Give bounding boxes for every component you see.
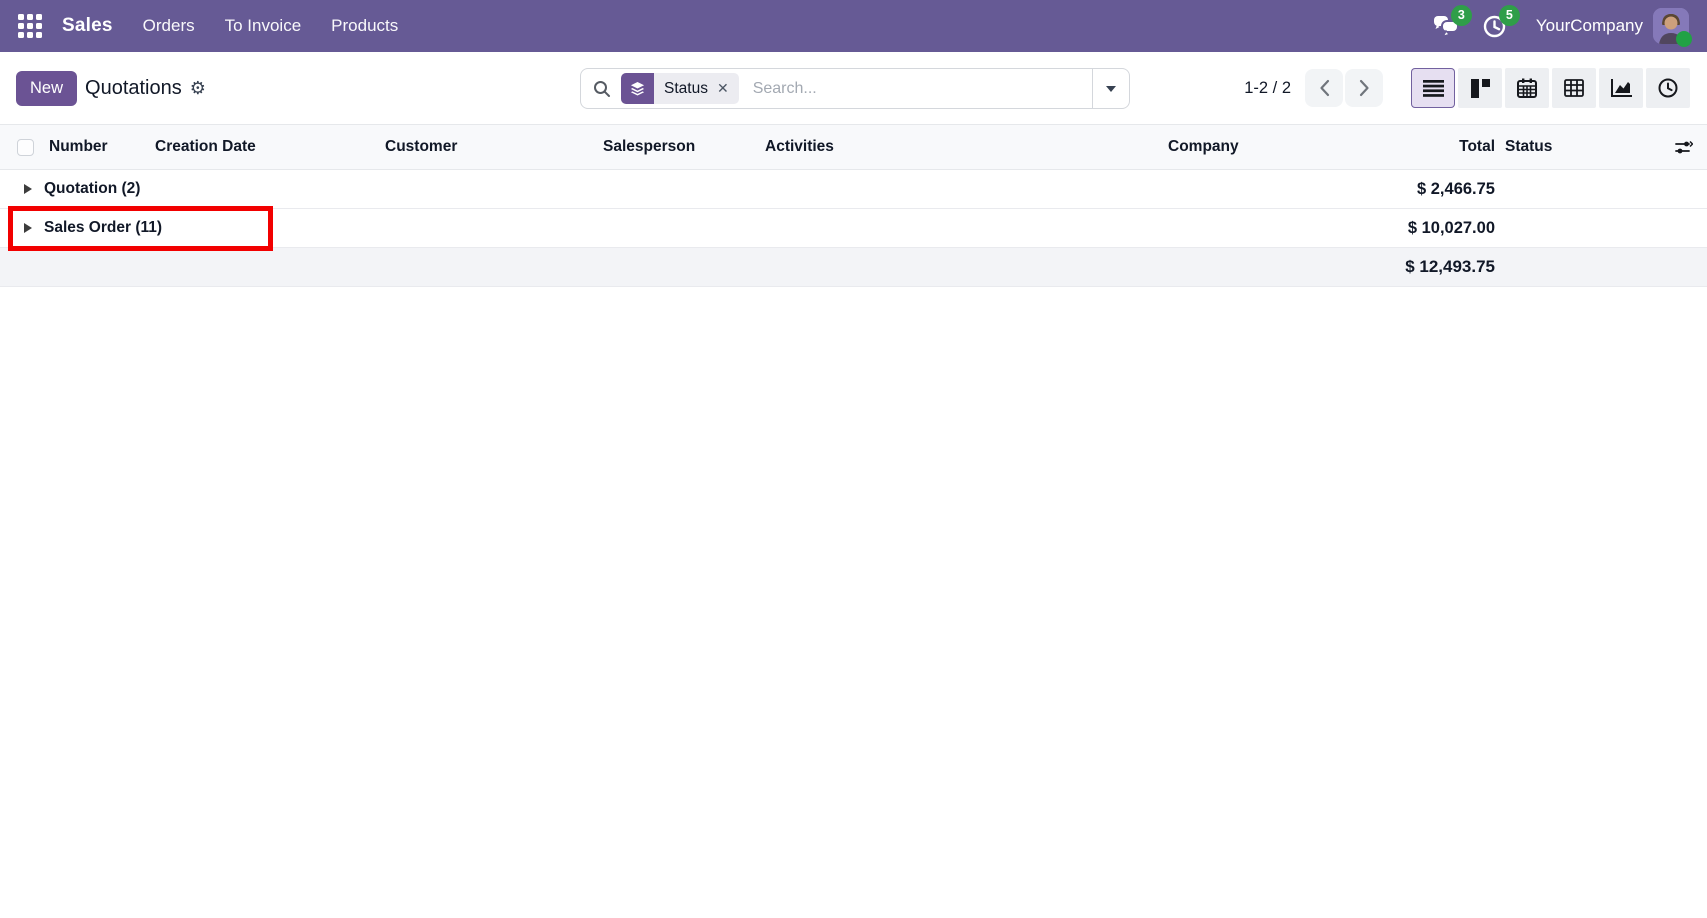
column-header-number[interactable]: Number [44, 124, 150, 170]
pager-next-button[interactable] [1345, 69, 1383, 107]
column-header-company[interactable]: Company [1160, 124, 1340, 170]
caret-right-icon [24, 222, 32, 233]
pager: 1-2 / 2 [1244, 69, 1383, 107]
top-navbar: Sales Orders To Invoice Products 3 5 You… [0, 0, 1707, 52]
control-panel: New Quotations ⚙ Status ✕ Search... 1-2 … [0, 52, 1707, 124]
search-facet-status: Status ✕ [621, 73, 739, 104]
list-view-icon [1422, 79, 1444, 97]
online-status-dot [1676, 31, 1692, 47]
apps-menu-icon[interactable] [18, 14, 42, 38]
view-switcher-list-button[interactable] [1411, 68, 1455, 108]
quotations-list-table: Number Creation Date Customer Salesperso… [0, 124, 1707, 287]
column-header-customer[interactable]: Customer [380, 124, 598, 170]
chevron-right-icon [1359, 79, 1369, 97]
view-switcher-activity-button[interactable] [1646, 68, 1690, 108]
new-button[interactable]: New [16, 70, 78, 106]
messages-badge: 3 [1450, 5, 1472, 26]
list-footer-row: $ 12,493.75 [0, 247, 1707, 287]
search-bar: Status ✕ [580, 68, 1130, 109]
pager-previous-button[interactable] [1305, 69, 1343, 107]
column-header-salesperson[interactable]: Salesperson [598, 124, 760, 170]
column-header-activities[interactable]: Activities [760, 124, 1160, 170]
search-input[interactable] [738, 79, 1092, 98]
view-switcher-pivot-button[interactable] [1552, 68, 1596, 108]
nav-item-orders[interactable]: Orders [143, 16, 195, 36]
search-icon [593, 80, 611, 98]
group-toggle-quotation[interactable]: Quotation (2) [0, 169, 1340, 209]
pager-value[interactable]: 1-2 / 2 [1244, 79, 1291, 98]
odoo-sales-screen: Sales Orders To Invoice Products 3 5 You… [0, 0, 1707, 918]
messages-menu-button[interactable]: 3 [1430, 5, 1472, 41]
nav-item-products[interactable]: Products [331, 16, 398, 36]
activities-badge: 5 [1498, 5, 1520, 26]
view-switcher-calendar-button[interactable] [1505, 68, 1549, 108]
view-switcher-graph-button[interactable] [1599, 68, 1643, 108]
user-avatar[interactable] [1653, 8, 1692, 47]
search-dropdown-toggle[interactable] [1092, 69, 1129, 108]
sliders-icon [1674, 140, 1693, 153]
group-total-sales-order: $ 10,027.00 [1340, 208, 1500, 248]
chevron-left-icon [1319, 79, 1329, 97]
chevron-down-icon [1106, 85, 1116, 92]
column-header-creation-date[interactable]: Creation Date [150, 124, 380, 170]
column-header-status[interactable]: Status [1500, 124, 1660, 170]
view-switcher [1411, 68, 1690, 108]
graph-view-icon [1610, 79, 1632, 97]
kanban-view-icon [1470, 78, 1490, 98]
app-name[interactable]: Sales [62, 15, 113, 37]
footer-grand-total: $ 12,493.75 [1340, 247, 1500, 287]
select-all-checkbox[interactable] [17, 138, 34, 156]
activity-view-icon [1658, 78, 1678, 98]
layers-icon [621, 73, 654, 104]
column-header-total[interactable]: Total [1340, 124, 1500, 170]
view-switcher-kanban-button[interactable] [1458, 68, 1502, 108]
group-toggle-sales-order[interactable]: Sales Order (11) [0, 208, 1340, 248]
pivot-view-icon [1564, 79, 1584, 97]
company-switcher[interactable]: YourCompany [1536, 16, 1643, 36]
caret-right-icon [24, 183, 32, 194]
gear-icon[interactable]: ⚙ [190, 79, 206, 97]
calendar-view-icon [1517, 78, 1537, 98]
group-total-quotation: $ 2,466.75 [1340, 169, 1500, 209]
page-title: Quotations [85, 76, 182, 99]
facet-close-icon[interactable]: ✕ [717, 73, 739, 104]
facet-label: Status [664, 79, 708, 97]
activities-menu-button[interactable]: 5 [1478, 5, 1520, 41]
table-header-row: Number Creation Date Customer Salesperso… [0, 124, 1707, 170]
optional-columns-button[interactable] [1665, 140, 1702, 155]
group-row-sales-order: Sales Order (11) $ 10,027.00 [0, 208, 1707, 248]
group-row-quotation: Quotation (2) $ 2,466.75 [0, 169, 1707, 209]
nav-item-to-invoice[interactable]: To Invoice [225, 16, 302, 36]
